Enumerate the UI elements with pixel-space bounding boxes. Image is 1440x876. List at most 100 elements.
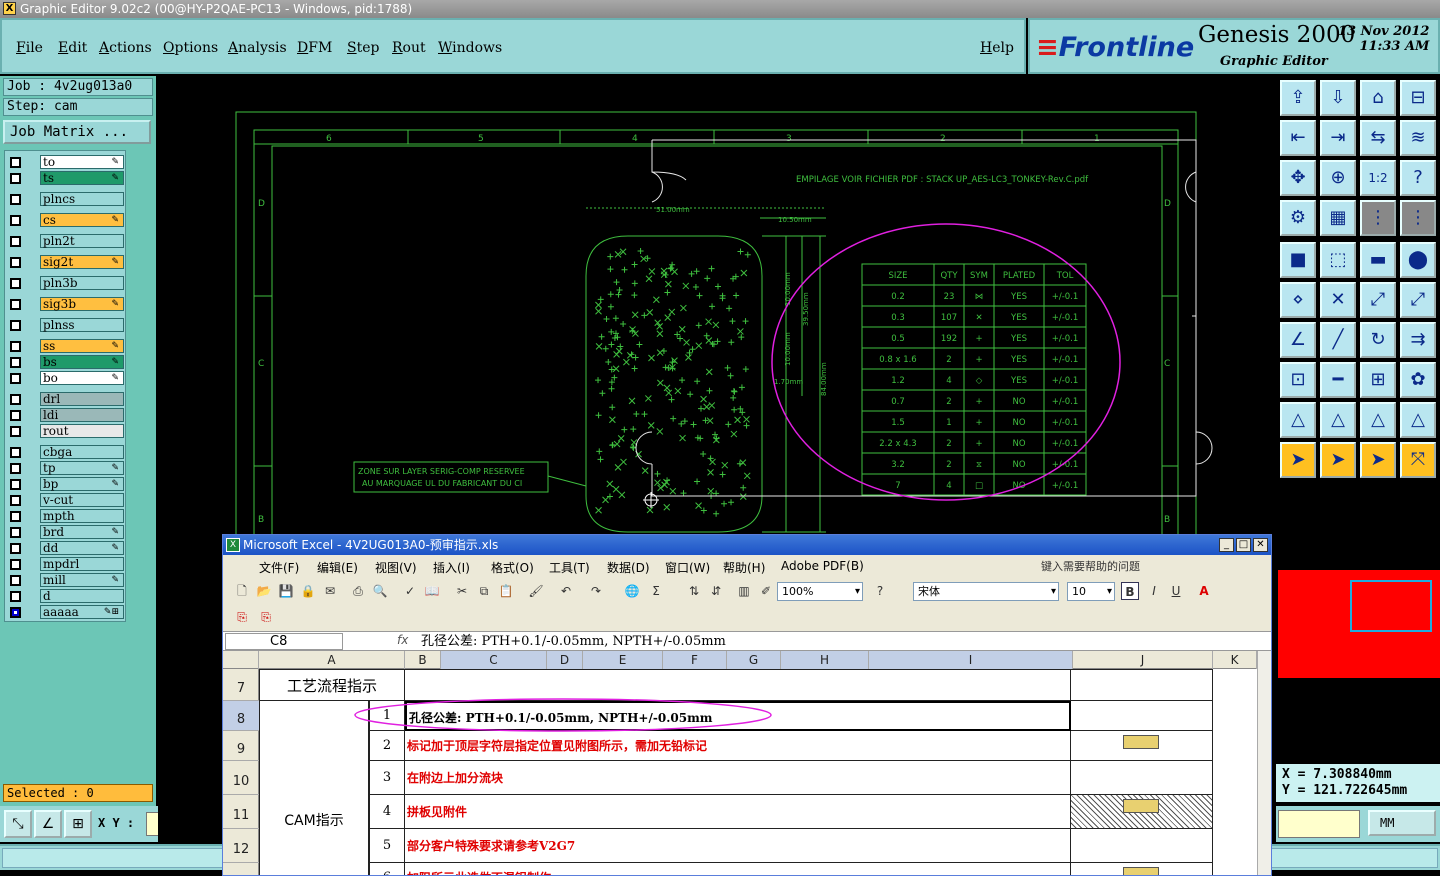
move-right-icon[interactable]: ⇥ (1320, 120, 1356, 156)
unit-select[interactable]: MM (1368, 810, 1436, 836)
col-header-b[interactable]: B (405, 651, 441, 669)
excel-menu-window[interactable]: 窗口(W) (665, 559, 710, 576)
excel-menu-insert[interactable]: 插入(I) (433, 559, 470, 576)
layer-name[interactable]: tp ✎ (40, 461, 124, 475)
route-alt-icon[interactable]: ⤢ (1400, 282, 1436, 318)
layer-row-pln3b[interactable]: pln3b (5, 276, 127, 290)
layer-name[interactable]: v-cut (40, 493, 124, 507)
layer-checkbox[interactable] (10, 426, 21, 437)
menu-step[interactable]: Step (347, 40, 379, 56)
layer-checkbox[interactable] (10, 257, 21, 268)
slash-icon[interactable]: ╱ (1320, 322, 1356, 358)
connect-icon[interactable]: ⋄ (1280, 282, 1316, 318)
font-select[interactable]: 宋体 (913, 582, 1059, 601)
layer-up-icon[interactable]: ⇪ (1280, 80, 1316, 116)
layer-row-tp[interactable]: tp ✎ (5, 461, 127, 475)
zoom-select[interactable]: 100% (777, 582, 863, 601)
layer-name[interactable]: pln3b (40, 276, 124, 290)
layer-name[interactable]: pln2t (40, 234, 124, 248)
fit-icon[interactable]: ✥ (1280, 160, 1316, 196)
triangle-bold-icon[interactable]: △ (1360, 402, 1396, 438)
layer-checkbox[interactable] (10, 559, 21, 570)
layer-checkbox[interactable] (10, 357, 21, 368)
layer-checkbox[interactable] (10, 236, 21, 247)
layer-row-v-cut[interactable]: v-cut (5, 493, 127, 507)
layer-row-mpdrl[interactable]: mpdrl (5, 557, 127, 571)
col-header-f[interactable]: F (663, 651, 727, 669)
layer-row-drl[interactable]: drl (5, 392, 127, 406)
outline-icon[interactable]: ⬚ (1320, 242, 1356, 278)
unit-value-field[interactable] (1278, 810, 1360, 838)
print-preview-icon[interactable]: 🔍 (371, 582, 389, 600)
pointer-bold-icon[interactable]: ➤ (1360, 442, 1396, 478)
menu-analysis[interactable]: Analysis (228, 40, 287, 56)
sort-ascending-icon[interactable]: ⇅ (685, 582, 703, 600)
excel-menu-tools[interactable]: 工具(T) (549, 559, 590, 576)
function-icon[interactable]: fx (397, 633, 408, 647)
row-header-10[interactable]: 10 (223, 761, 259, 795)
excel-menu-view[interactable]: 视图(V) (375, 559, 417, 576)
layer-row-dd[interactable]: dd ✎ (5, 541, 127, 555)
font-size-select[interactable]: 10 (1067, 582, 1115, 601)
layer-name[interactable]: bp ✎ (40, 477, 124, 491)
path-icon[interactable]: ⤧ (1400, 442, 1436, 478)
help-icon[interactable]: ? (871, 582, 889, 600)
layer-checkbox[interactable] (10, 410, 21, 421)
layer-name[interactable]: d (40, 589, 124, 603)
layer-name[interactable]: sig3b ✎ (40, 297, 124, 311)
layer-row-sig2t[interactable]: sig2t ✎ (5, 255, 127, 269)
layer-row-to[interactable]: to ✎ (5, 155, 127, 169)
menu-dfm[interactable]: DFM (297, 40, 332, 56)
chart-wizard-icon[interactable]: ▥ (735, 582, 753, 600)
excel-menu-edit[interactable]: 编辑(E) (317, 559, 358, 576)
job-matrix-button[interactable]: Job Matrix ... (3, 120, 151, 144)
instruction-text-cell[interactable]: 拼板见附件 (405, 795, 1071, 829)
layer-checkbox[interactable] (10, 215, 21, 226)
attachment-cell[interactable] (1071, 829, 1213, 863)
italic-icon[interactable]: I (1145, 582, 1163, 600)
item-number-cell[interactable]: 4 (369, 795, 405, 829)
layer-checkbox[interactable] (10, 320, 21, 331)
layer-checkbox[interactable] (10, 447, 21, 458)
cut-icon[interactable]: ✂ (453, 582, 471, 600)
menu-file[interactable]: File (16, 40, 43, 56)
layer-checkbox[interactable] (10, 527, 21, 538)
layer-checkbox[interactable] (10, 173, 21, 184)
layer-row-plncs[interactable]: plncs (5, 192, 127, 206)
new-icon[interactable]: 🗋 (233, 582, 251, 600)
instruction-text-cell[interactable]: 部分客户特殊要求请参考V2G7 (405, 829, 1071, 863)
col-header-d[interactable]: D (547, 651, 583, 669)
zoom-fit-icon[interactable]: ⤡ (4, 810, 32, 838)
row-header-8[interactable]: 8 (223, 701, 259, 731)
col-header-a[interactable]: A (259, 651, 405, 669)
scale-icon[interactable]: 1:2 (1360, 160, 1396, 196)
layer-row-mpth[interactable]: mpth (5, 509, 127, 523)
menu-options[interactable]: Options (163, 40, 218, 56)
row-header-12[interactable]: 12 (223, 829, 259, 863)
layer-name[interactable]: ts ✎ (40, 171, 124, 185)
wave-icon[interactable]: ≋ (1400, 120, 1436, 156)
layer-row-bo[interactable]: bo ✎ (5, 371, 127, 385)
pointer-alt-icon[interactable]: ➤ (1320, 442, 1356, 478)
triangle-alt-icon[interactable]: △ (1320, 402, 1356, 438)
layer-row-ss[interactable]: ss ✎ (5, 339, 127, 353)
rotate-icon[interactable]: ↻ (1360, 322, 1396, 358)
home-icon[interactable]: ⌂ (1360, 80, 1396, 116)
grid-icon[interactable]: ▦ (1320, 200, 1356, 236)
cross-icon[interactable]: ✕ (1320, 282, 1356, 318)
attachment-cell[interactable] (1071, 731, 1213, 761)
print-icon[interactable]: ⎙ (349, 582, 367, 600)
layer-row-cbga[interactable]: cbga (5, 445, 127, 459)
query-icon[interactable]: ? (1400, 160, 1436, 196)
layer-name[interactable]: ldi (40, 408, 124, 422)
menu-actions[interactable]: Actions (99, 40, 152, 56)
spelling-icon[interactable]: ✓ (401, 582, 419, 600)
layer-row-bs[interactable]: bs ✎ (5, 355, 127, 369)
layer-name[interactable]: bo ✎ (40, 371, 124, 385)
undo-icon[interactable]: ↶ (557, 582, 575, 600)
layer-row-pln2t[interactable]: pln2t (5, 234, 127, 248)
item-number-cell[interactable]: 5 (369, 829, 405, 863)
format-painter-icon[interactable]: 🖌 (527, 582, 545, 600)
layer-name[interactable]: aaaaa ✎⊞ (40, 605, 124, 619)
attachment-cell[interactable] (1071, 795, 1213, 829)
